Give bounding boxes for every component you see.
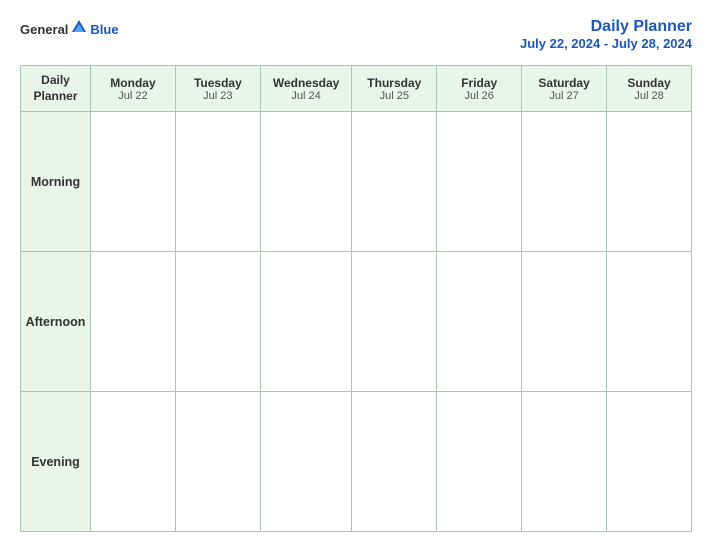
- logo-area: General Blue: [20, 18, 119, 41]
- morning-monday-cell[interactable]: [91, 112, 176, 252]
- saturday-name: Saturday: [526, 76, 602, 90]
- morning-saturday-cell[interactable]: [522, 112, 607, 252]
- sunday-name: Sunday: [611, 76, 687, 90]
- saturday-date: Jul 27: [526, 90, 602, 102]
- logo-blue-text: Blue: [90, 22, 118, 37]
- logo-general-text: General: [20, 22, 68, 37]
- afternoon-label: Afternoon: [21, 252, 91, 392]
- evening-thursday-cell[interactable]: [352, 392, 437, 532]
- label-header: Daily Planner: [21, 66, 91, 112]
- header-thursday: Thursday Jul 25: [352, 66, 437, 112]
- table-body: Morning Afternoon Evening: [21, 112, 692, 532]
- header-friday: Friday Jul 26: [437, 66, 522, 112]
- thursday-name: Thursday: [356, 76, 432, 90]
- sunday-date: Jul 28: [611, 90, 687, 102]
- header-sunday: Sunday Jul 28: [607, 66, 692, 112]
- afternoon-friday-cell[interactable]: [437, 252, 522, 392]
- header-row: Daily Planner Monday Jul 22 Tuesday Jul …: [21, 66, 692, 112]
- evening-wednesday-cell[interactable]: [260, 392, 352, 532]
- wednesday-date: Jul 24: [265, 90, 348, 102]
- title-area: Daily Planner July 22, 2024 - July 28, 2…: [520, 18, 692, 51]
- afternoon-monday-cell[interactable]: [91, 252, 176, 392]
- page: General Blue Daily Planner July 22, 2024…: [0, 0, 712, 550]
- thursday-date: Jul 25: [356, 90, 432, 102]
- evening-friday-cell[interactable]: [437, 392, 522, 532]
- tuesday-date: Jul 23: [180, 90, 256, 102]
- monday-date: Jul 22: [95, 90, 171, 102]
- evening-row: Evening: [21, 392, 692, 532]
- friday-name: Friday: [441, 76, 517, 90]
- date-range: July 22, 2024 - July 28, 2024: [520, 36, 692, 51]
- morning-thursday-cell[interactable]: [352, 112, 437, 252]
- morning-label: Morning: [21, 112, 91, 252]
- tuesday-name: Tuesday: [180, 76, 256, 90]
- evening-monday-cell[interactable]: [91, 392, 176, 532]
- evening-tuesday-cell[interactable]: [175, 392, 260, 532]
- header-monday: Monday Jul 22: [91, 66, 176, 112]
- afternoon-sunday-cell[interactable]: [607, 252, 692, 392]
- header-wednesday: Wednesday Jul 24: [260, 66, 352, 112]
- calendar-table: Daily Planner Monday Jul 22 Tuesday Jul …: [20, 65, 692, 532]
- label-line2: Planner: [33, 89, 77, 103]
- morning-wednesday-cell[interactable]: [260, 112, 352, 252]
- morning-friday-cell[interactable]: [437, 112, 522, 252]
- wednesday-name: Wednesday: [265, 76, 348, 90]
- afternoon-wednesday-cell[interactable]: [260, 252, 352, 392]
- afternoon-saturday-cell[interactable]: [522, 252, 607, 392]
- logo-text: General Blue: [20, 18, 119, 41]
- friday-date: Jul 26: [441, 90, 517, 102]
- header: General Blue Daily Planner July 22, 2024…: [20, 18, 692, 51]
- morning-tuesday-cell[interactable]: [175, 112, 260, 252]
- afternoon-row: Afternoon: [21, 252, 692, 392]
- evening-sunday-cell[interactable]: [607, 392, 692, 532]
- evening-saturday-cell[interactable]: [522, 392, 607, 532]
- logo-icon: [70, 18, 88, 41]
- morning-sunday-cell[interactable]: [607, 112, 692, 252]
- morning-row: Morning: [21, 112, 692, 252]
- header-saturday: Saturday Jul 27: [522, 66, 607, 112]
- table-header: Daily Planner Monday Jul 22 Tuesday Jul …: [21, 66, 692, 112]
- afternoon-thursday-cell[interactable]: [352, 252, 437, 392]
- evening-label: Evening: [21, 392, 91, 532]
- monday-name: Monday: [95, 76, 171, 90]
- afternoon-tuesday-cell[interactable]: [175, 252, 260, 392]
- label-line1: Daily: [41, 73, 70, 87]
- header-tuesday: Tuesday Jul 23: [175, 66, 260, 112]
- page-title: Daily Planner: [520, 18, 692, 36]
